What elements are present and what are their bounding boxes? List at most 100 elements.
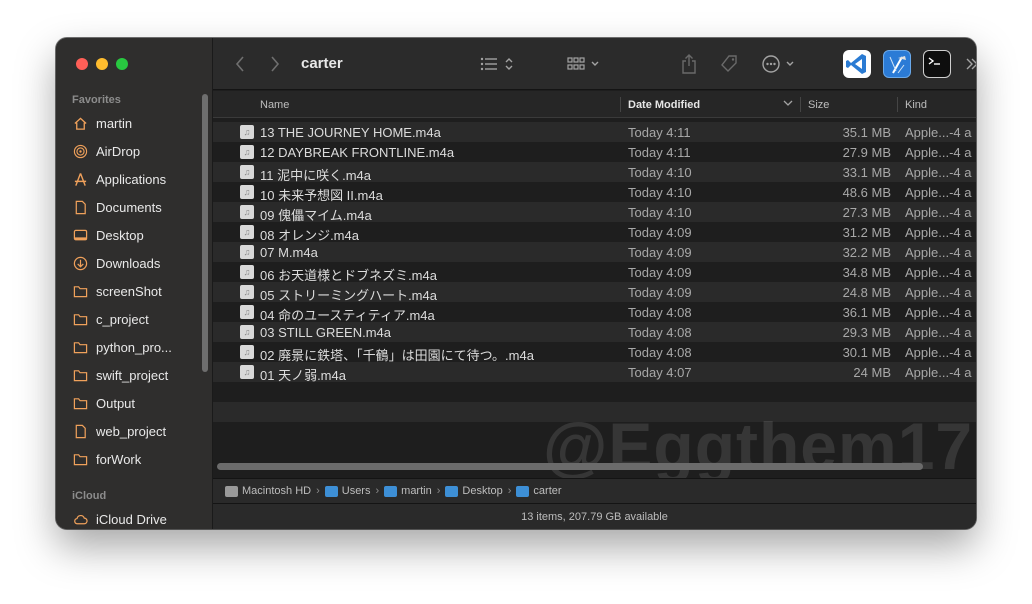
folder-icon [324,485,338,497]
sidebar-item-output[interactable]: Output [72,392,135,414]
chevron-right-icon [271,56,280,72]
column-header-size[interactable]: Size [808,99,829,111]
table-row[interactable]: ♫ 08 オレンジ.m4a Today 4:09 31.2 MB Apple...-4 … [213,222,976,243]
sidebar-item-applications[interactable]: Applications [72,168,166,190]
action-button[interactable] [759,52,799,76]
file-size: 29.3 MB [842,325,891,340]
sidebar-item-web-project[interactable]: web_project [72,420,166,442]
sidebar-item-downloads[interactable]: Downloads [72,252,160,274]
audio-file-icon: ♫ [240,165,254,179]
sidebar-item-screenshot[interactable]: screenShot [72,280,162,302]
table-row[interactable]: ♫ 07 M.m4a Today 4:09 32.2 MB Apple...-4 a [213,242,976,262]
list-view-button[interactable] [478,52,518,76]
breadcrumb-label: Users [341,485,371,497]
sidebar-item-label: Applications [96,171,167,187]
forward-button[interactable] [266,52,284,76]
sidebar-item-forwork[interactable]: forWork [72,448,141,470]
table-row[interactable]: ♫ 09 傀儡マイム.m4a Today 4:10 27.3 MB Apple...-4… [213,202,976,223]
sidebar-item-icloud-drive[interactable]: iCloud Drive [72,508,167,529]
file-kind: Apple...-4 a [905,245,972,260]
sidebar-item-label: martin [96,115,133,131]
sidebar-item-c-project[interactable]: c_project [72,308,149,330]
sidebar-scrollbar[interactable] [202,94,208,372]
status-bar: 13 items, 207.79 GB available [213,503,976,529]
column-divider[interactable] [800,97,801,112]
sidebar-item-label: iCloud Drive [96,511,167,527]
sidebar-item-swift-project[interactable]: swift_project [72,364,168,386]
column-divider[interactable] [620,97,621,112]
breadcrumb-item[interactable]: Macintosh HD › [225,485,325,497]
sidebar-item-label: c_project [96,311,149,327]
file-list: ♫ 13 THE JOURNEY HOME.m4a Today 4:11 35.1 M… [213,122,976,442]
window-title: carter [301,55,343,72]
breadcrumb-item[interactable]: martin › [384,485,445,497]
file-date: Today 4:09 [628,285,692,300]
file-kind: Apple...-4 a [905,205,972,220]
folder-icon [445,485,459,497]
table-row[interactable]: ♫ 06 お天道様とドブネズミ.m4a Today 4:09 34.8 MB Apple… [213,262,976,283]
sidebar-item-documents[interactable]: Documents [72,196,162,218]
file-size: 27.3 MB [842,205,891,220]
sidebar-item-airdrop[interactable]: AirDrop [72,140,140,162]
audio-file-icon: ♫ [240,265,254,279]
sidebar-item-label: AirDrop [96,143,141,159]
table-row[interactable]: ♫ 01 天ノ弱.m4a Today 4:07 24 MB Apple...-4 a [213,362,976,383]
vscode-logo [846,54,866,74]
column-header-date[interactable]: Date Modified [628,99,700,111]
breadcrumb-item[interactable]: Desktop › [445,485,516,497]
file-date: Today 4:09 [628,245,692,260]
back-button[interactable] [231,52,249,76]
share-button[interactable] [679,52,699,76]
table-row[interactable]: ♫ 10 未来予想図 II.m4a Today 4:10 48.6 MB Apple..… [213,182,976,203]
file-date: Today 4:09 [628,225,692,240]
group-button[interactable] [565,52,605,76]
table-row[interactable]: ♫ 02 廃景に鉄塔、「千鶴」は田園にて待つ。.m4a Today 4:08 30.1… [213,342,976,363]
vscode-icon[interactable] [843,50,871,78]
sidebar-item-label: Output [96,395,136,411]
icloud-section-title: iCloud [72,490,107,502]
xcode-icon[interactable] [883,50,911,78]
sidebar-item-python-pro[interactable]: python_pro... [72,336,172,358]
sidebar-item-desktop[interactable]: Desktop [72,224,144,246]
tags-button[interactable] [718,52,740,76]
file-size: 24.8 MB [842,285,891,300]
audio-file-icon: ♫ [240,285,254,299]
downloads-icon [72,255,88,271]
sort-chevron-icon[interactable] [783,98,793,111]
sidebar-item-martin[interactable]: martin [72,112,132,134]
close-button[interactable] [76,58,88,70]
table-row[interactable]: ♫ 03 STILL GREEN.m4a Today 4:08 29.3 MB Appl… [213,322,976,342]
folder-icon [384,485,398,497]
column-divider[interactable] [897,97,898,112]
finder-window: Favorites martin AirDrop Applications Docum… [56,38,976,529]
share-icon [682,54,696,74]
file-kind: Apple...-4 a [905,145,972,160]
audio-file-icon: ♫ [240,345,254,359]
column-header-name[interactable]: Name [260,99,289,111]
file-name: 13 THE JOURNEY HOME.m4a [260,125,441,140]
minimize-button[interactable] [96,58,108,70]
breadcrumb-separator: › [316,485,320,497]
file-date: Today 4:10 [628,185,692,200]
breadcrumb-label: martin [401,485,432,497]
breadcrumb-item[interactable]: Users › [324,485,384,497]
breadcrumb-item[interactable]: carter [516,485,562,497]
horizontal-scrollbar[interactable] [217,463,923,470]
table-row[interactable]: ♫ 13 THE JOURNEY HOME.m4a Today 4:11 35.1 M… [213,122,976,142]
folder-icon [72,311,88,327]
file-size: 32.2 MB [842,245,891,260]
file-date: Today 4:10 [628,205,692,220]
audio-file-icon: ♫ [240,305,254,319]
chevron-double-right-icon [966,58,976,70]
column-header-kind[interactable]: Kind [905,99,927,111]
file-kind: Apple...-4 a [905,305,972,320]
toolbar-overflow-button[interactable] [961,52,976,76]
path-bar: Macintosh HD › Users › martin › Desktop › carter [213,478,976,503]
table-row[interactable]: ♫ 12 DAYBREAK FRONTLINE.m4a Today 4:11 27.9… [213,142,976,162]
table-row[interactable]: ♫ 04 命のユースティティア.m4a Today 4:08 36.1 MB Apple… [213,302,976,323]
table-row[interactable]: ♫ 11 泥中に咲く.m4a Today 4:10 33.1 MB Apple...-4… [213,162,976,183]
terminal-icon[interactable] [923,50,951,78]
maximize-button[interactable] [116,58,128,70]
table-row[interactable]: ♫ 05 ストリーミングハート.m4a Today 4:09 24.8 MB Apple… [213,282,976,303]
file-kind: Apple...-4 a [905,365,972,380]
